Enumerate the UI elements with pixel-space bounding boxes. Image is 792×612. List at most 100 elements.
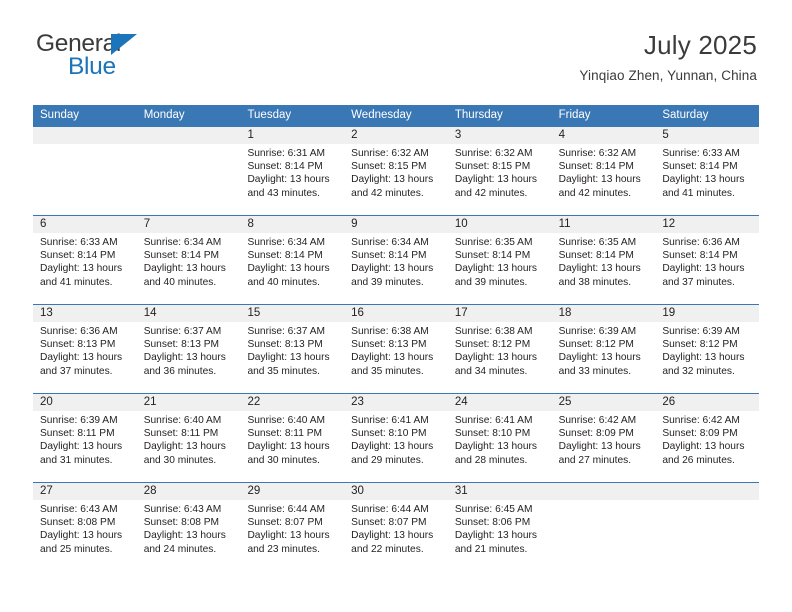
- day-number: 26: [662, 396, 676, 408]
- day-number: 28: [143, 485, 157, 497]
- day-details: Sunrise: 6:41 AM Sunset: 8:10 PM Dayligh…: [351, 411, 442, 467]
- calendar-day-cell[interactable]: [655, 483, 759, 571]
- calendar-day-cell[interactable]: 14 Sunrise: 6:37 AM Sunset: 8:13 PM Dayl…: [137, 305, 241, 393]
- sunrise-text: Sunrise: 6:44 AM: [351, 504, 429, 515]
- day-number: [144, 127, 235, 144]
- calendar-week-row: 27 Sunrise: 6:43 AM Sunset: 8:08 PM Dayl…: [33, 482, 759, 571]
- daylight-text-line2: and 39 minutes.: [351, 276, 424, 288]
- day-number: 21: [143, 396, 157, 408]
- calendar-day-cell[interactable]: 7 Sunrise: 6:34 AM Sunset: 8:14 PM Dayli…: [137, 216, 241, 304]
- calendar-week-row: 13 Sunrise: 6:36 AM Sunset: 8:13 PM Dayl…: [33, 304, 759, 393]
- calendar-day-cell[interactable]: [137, 127, 241, 215]
- sunrise-text: Sunrise: 6:32 AM: [351, 148, 429, 159]
- daylight-text-line1: Daylight: 13 hours: [351, 530, 434, 542]
- day-details: Sunrise: 6:33 AM Sunset: 8:14 PM Dayligh…: [40, 233, 131, 289]
- day-number: [40, 127, 131, 144]
- day-number: 13: [40, 307, 53, 319]
- daylight-text-line1: Daylight: 13 hours: [662, 352, 745, 364]
- day-details: Sunrise: 6:44 AM Sunset: 8:07 PM Dayligh…: [351, 500, 442, 556]
- calendar-day-cell[interactable]: 26 Sunrise: 6:42 AM Sunset: 8:09 PM Dayl…: [655, 394, 759, 482]
- calendar-day-cell[interactable]: 15 Sunrise: 6:37 AM Sunset: 8:13 PM Dayl…: [240, 305, 344, 393]
- calendar-day-cell[interactable]: 24 Sunrise: 6:41 AM Sunset: 8:10 PM Dayl…: [448, 394, 552, 482]
- calendar-day-cell[interactable]: 11 Sunrise: 6:35 AM Sunset: 8:14 PM Dayl…: [552, 216, 656, 304]
- calendar-day-cell[interactable]: 19 Sunrise: 6:39 AM Sunset: 8:12 PM Dayl…: [655, 305, 759, 393]
- sunrise-text: Sunrise: 6:39 AM: [40, 415, 118, 426]
- sunset-text: Sunset: 8:12 PM: [558, 339, 634, 351]
- day-number: 19: [662, 307, 676, 319]
- day-number: [559, 483, 650, 500]
- sunrise-text: Sunrise: 6:34 AM: [351, 237, 429, 248]
- sunset-text: Sunset: 8:07 PM: [351, 517, 427, 529]
- sunset-text: Sunset: 8:14 PM: [40, 250, 116, 262]
- day-details: Sunrise: 6:34 AM Sunset: 8:14 PM Dayligh…: [144, 233, 235, 289]
- calendar-day-cell[interactable]: 3 Sunrise: 6:32 AM Sunset: 8:15 PM Dayli…: [448, 127, 552, 215]
- calendar-day-cell[interactable]: 12 Sunrise: 6:36 AM Sunset: 8:14 PM Dayl…: [655, 216, 759, 304]
- daylight-text-line2: and 37 minutes.: [40, 365, 113, 377]
- brand-logo[interactable]: General Blue: [35, 31, 255, 90]
- calendar-day-cell[interactable]: 16 Sunrise: 6:38 AM Sunset: 8:13 PM Dayl…: [344, 305, 448, 393]
- calendar-day-cell[interactable]: 18 Sunrise: 6:39 AM Sunset: 8:12 PM Dayl…: [552, 305, 656, 393]
- calendar-day-cell[interactable]: 22 Sunrise: 6:40 AM Sunset: 8:11 PM Dayl…: [240, 394, 344, 482]
- calendar-day-cell[interactable]: 17 Sunrise: 6:38 AM Sunset: 8:12 PM Dayl…: [448, 305, 552, 393]
- calendar-day-cell[interactable]: 27 Sunrise: 6:43 AM Sunset: 8:08 PM Dayl…: [33, 483, 137, 571]
- sunset-text: Sunset: 8:14 PM: [247, 161, 323, 173]
- calendar-day-cell[interactable]: 1 Sunrise: 6:31 AM Sunset: 8:14 PM Dayli…: [240, 127, 344, 215]
- weekday-header-sunday: Sunday: [40, 109, 80, 121]
- daylight-text-line1: Daylight: 13 hours: [247, 530, 330, 542]
- daylight-text-line1: Daylight: 13 hours: [558, 441, 641, 453]
- calendar-day-cell[interactable]: 13 Sunrise: 6:36 AM Sunset: 8:13 PM Dayl…: [33, 305, 137, 393]
- day-details: Sunrise: 6:34 AM Sunset: 8:14 PM Dayligh…: [247, 233, 338, 289]
- day-details: Sunrise: 6:32 AM Sunset: 8:15 PM Dayligh…: [455, 144, 546, 200]
- calendar-day-cell[interactable]: 8 Sunrise: 6:34 AM Sunset: 8:14 PM Dayli…: [240, 216, 344, 304]
- calendar-day-cell[interactable]: 29 Sunrise: 6:44 AM Sunset: 8:07 PM Dayl…: [240, 483, 344, 571]
- day-details: Sunrise: 6:40 AM Sunset: 8:11 PM Dayligh…: [247, 411, 338, 467]
- calendar-day-cell[interactable]: 9 Sunrise: 6:34 AM Sunset: 8:14 PM Dayli…: [344, 216, 448, 304]
- day-number: 2: [351, 129, 358, 141]
- daylight-text-line2: and 35 minutes.: [247, 365, 320, 377]
- day-number: 30: [351, 485, 364, 497]
- sunset-text: Sunset: 8:14 PM: [247, 250, 323, 262]
- calendar-day-cell[interactable]: 4 Sunrise: 6:32 AM Sunset: 8:14 PM Dayli…: [552, 127, 656, 215]
- daylight-text-line2: and 34 minutes.: [454, 365, 528, 377]
- weekday-header-thursday: Thursday: [454, 109, 503, 121]
- day-details: Sunrise: 6:33 AM Sunset: 8:14 PM Dayligh…: [662, 144, 753, 200]
- sunset-text: Sunset: 8:09 PM: [662, 428, 738, 440]
- daylight-text-line1: Daylight: 13 hours: [247, 174, 330, 186]
- day-details: Sunrise: 6:38 AM Sunset: 8:13 PM Dayligh…: [351, 322, 442, 378]
- sunrise-text: Sunrise: 6:35 AM: [454, 237, 533, 248]
- calendar-grid: Sunday Monday Tuesday Wednesday Thursday…: [33, 105, 759, 571]
- calendar-day-cell[interactable]: 20 Sunrise: 6:39 AM Sunset: 8:11 PM Dayl…: [33, 394, 137, 482]
- sunset-text: Sunset: 8:08 PM: [143, 517, 220, 529]
- sunrise-text: Sunrise: 6:32 AM: [558, 148, 637, 159]
- calendar-day-cell[interactable]: 30 Sunrise: 6:44 AM Sunset: 8:07 PM Dayl…: [344, 483, 448, 571]
- sunset-text: Sunset: 8:14 PM: [454, 250, 531, 262]
- calendar-day-cell[interactable]: 25 Sunrise: 6:42 AM Sunset: 8:09 PM Dayl…: [552, 394, 656, 482]
- daylight-text-line2: and 22 minutes.: [351, 543, 424, 555]
- daylight-text-line2: and 32 minutes.: [662, 365, 735, 377]
- daylight-text-line2: and 35 minutes.: [351, 365, 424, 377]
- day-details: Sunrise: 6:39 AM Sunset: 8:12 PM Dayligh…: [662, 322, 753, 378]
- calendar-day-cell[interactable]: 10 Sunrise: 6:35 AM Sunset: 8:14 PM Dayl…: [448, 216, 552, 304]
- day-details: Sunrise: 6:43 AM Sunset: 8:08 PM Dayligh…: [40, 500, 131, 556]
- calendar-day-cell[interactable]: 31 Sunrise: 6:45 AM Sunset: 8:06 PM Dayl…: [448, 483, 552, 571]
- sunset-text: Sunset: 8:06 PM: [454, 517, 531, 529]
- day-number: 23: [351, 396, 364, 408]
- sunrise-text: Sunrise: 6:33 AM: [662, 148, 740, 159]
- page-title: July 2025: [643, 30, 757, 60]
- calendar-day-cell[interactable]: 5 Sunrise: 6:33 AM Sunset: 8:14 PM Dayli…: [655, 127, 759, 215]
- calendar-day-cell[interactable]: [552, 483, 656, 571]
- weekday-header-tuesday: Tuesday: [247, 109, 292, 121]
- calendar-day-cell[interactable]: 6 Sunrise: 6:33 AM Sunset: 8:14 PM Dayli…: [33, 216, 137, 304]
- calendar-day-cell[interactable]: 28 Sunrise: 6:43 AM Sunset: 8:08 PM Dayl…: [137, 483, 241, 571]
- calendar-day-cell[interactable]: 21 Sunrise: 6:40 AM Sunset: 8:11 PM Dayl…: [137, 394, 241, 482]
- day-details: Sunrise: 6:34 AM Sunset: 8:14 PM Dayligh…: [351, 233, 442, 289]
- page-subtitle: Yinqiao Zhen, Yunnan, China: [579, 68, 757, 83]
- calendar-day-cell[interactable]: 23 Sunrise: 6:41 AM Sunset: 8:10 PM Dayl…: [344, 394, 448, 482]
- sunset-text: Sunset: 8:14 PM: [351, 250, 427, 262]
- sunset-text: Sunset: 8:14 PM: [558, 161, 634, 173]
- daylight-text-line1: Daylight: 13 hours: [40, 263, 123, 275]
- calendar-day-cell[interactable]: 2 Sunrise: 6:32 AM Sunset: 8:15 PM Dayli…: [344, 127, 448, 215]
- weekday-header-wednesday: Wednesday: [351, 109, 412, 121]
- calendar-day-cell[interactable]: [33, 127, 137, 215]
- day-number: 27: [40, 485, 53, 497]
